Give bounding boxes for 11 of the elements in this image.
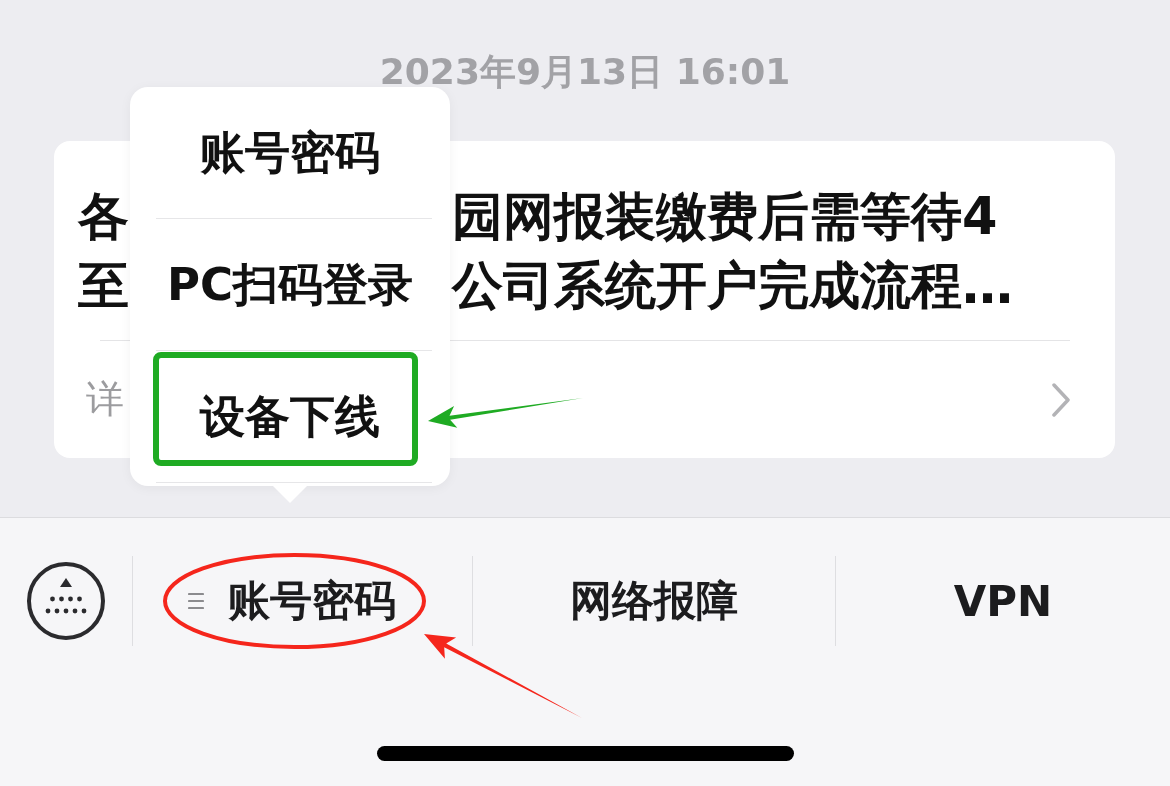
keyboard-toggle-icon[interactable] [26,561,106,641]
chevron-right-icon [1052,382,1070,417]
popup-menu-item[interactable]: PC扫码登录 [130,219,450,350]
article-title-fragment: 公司系统开户完成流程… [452,255,1013,317]
menu-button[interactable]: 网络报障 [564,566,744,636]
article-title-fragment: 园网报装缴费后需等待4 [452,186,998,248]
list-icon [187,591,204,611]
details-label: 详 [86,376,124,423]
menu-button[interactable]: VPN [947,566,1059,636]
article-title-fragment: 各 [78,186,129,248]
article-title-fragment: 至 [78,255,129,317]
